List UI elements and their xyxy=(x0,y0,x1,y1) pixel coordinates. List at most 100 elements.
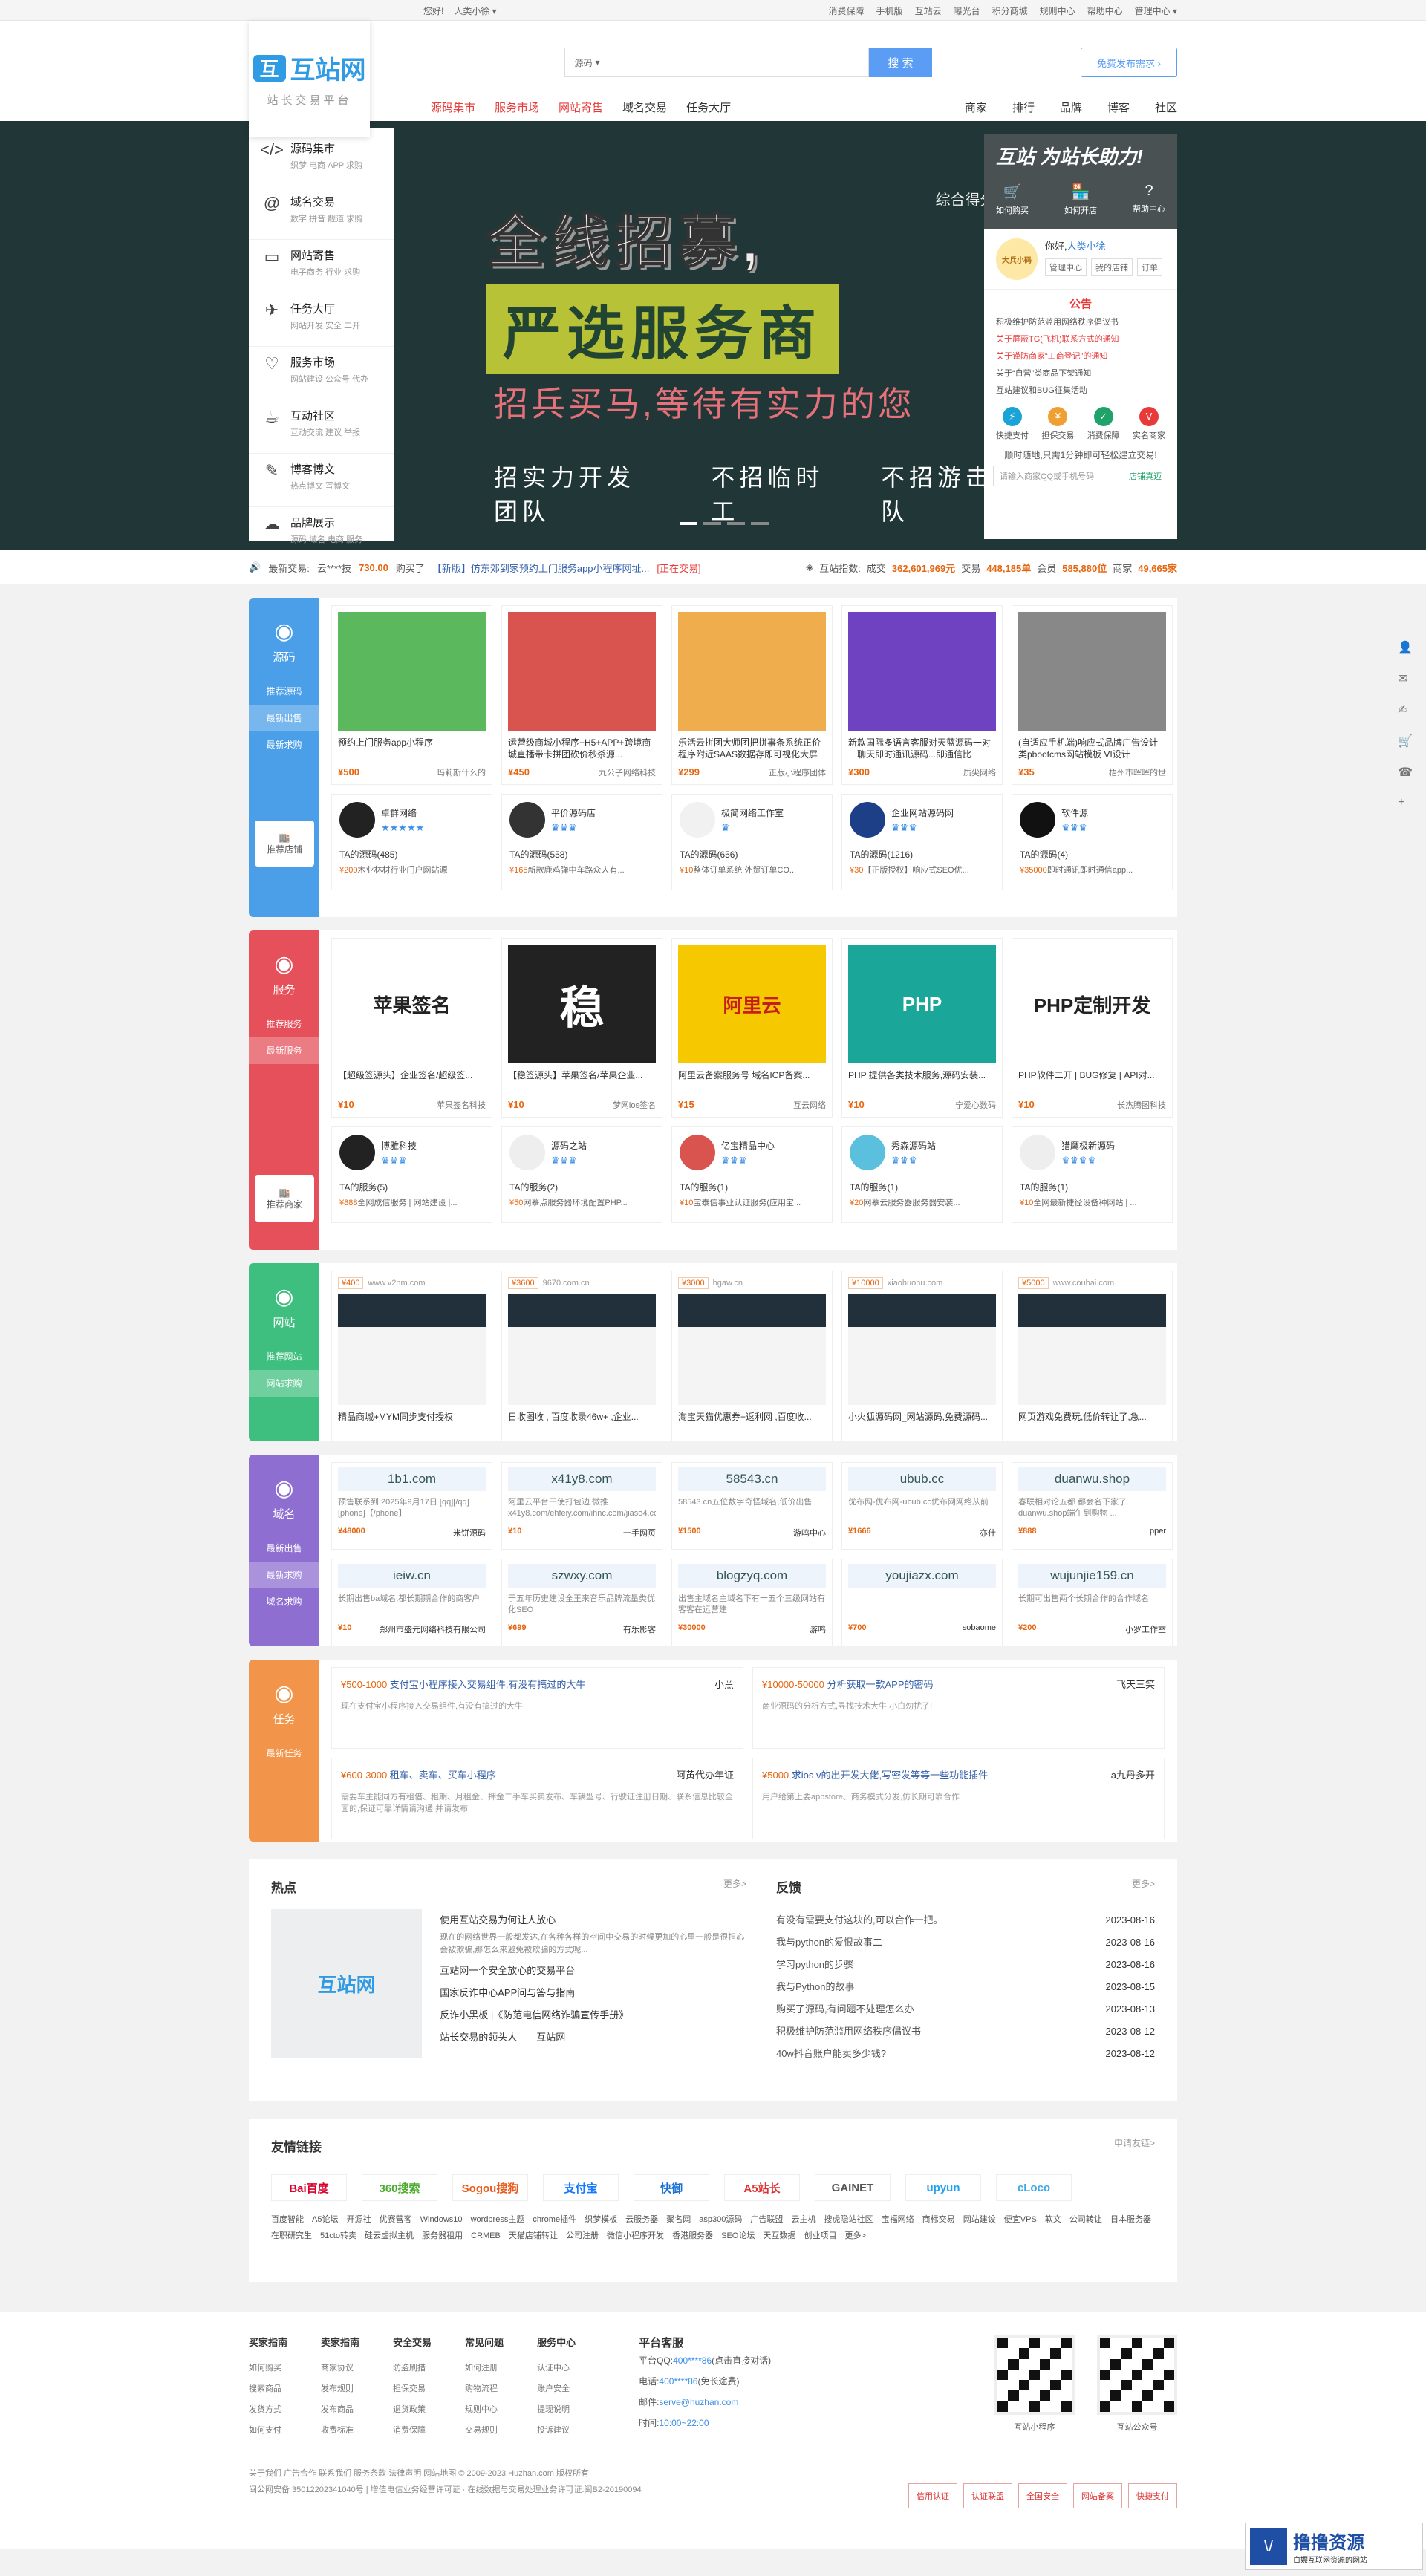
partner-logo[interactable]: Sogou搜狗 xyxy=(452,2174,528,2201)
user-button[interactable]: 订单 xyxy=(1137,258,1162,276)
partner-logo[interactable]: 快御 xyxy=(634,2174,709,2201)
site-card[interactable]: ¥5000 www.coubai.com 网页游戏免费玩,低价转让了,急... xyxy=(1012,1271,1173,1441)
site-card[interactable]: ¥400 www.v2nm.com 精品商城+MYM同步支付授权 xyxy=(331,1271,492,1441)
trust-badge[interactable]: 信用认证 xyxy=(908,2483,957,2508)
ticker-item-link[interactable]: 【新版】仿东郊到家预约上门服务app小程序网址... xyxy=(432,561,650,575)
nav-item[interactable]: 博客 xyxy=(1107,100,1130,115)
partner-logo[interactable]: A5站长 xyxy=(724,2174,800,2201)
product-card[interactable]: (自适应手机端)响应式品牌广告设计类pbootcms网站模板 VI设计 ¥35 梧州… xyxy=(1012,605,1173,785)
shop-card[interactable]: 企业网站源码网 ♛♛♛ TA的源码(1216) ¥30【正版授权】响应式SEO优... xyxy=(841,794,1003,890)
top-link[interactable]: 曝光台 xyxy=(954,4,980,17)
product-card[interactable]: 稳【稳签源头】苹果签名/苹果企业... ¥10 梦网ios签名 xyxy=(501,938,662,1118)
hot-more-link[interactable]: 更多> xyxy=(723,1877,746,1896)
nav-item[interactable]: 服务市场 xyxy=(495,100,539,115)
floor-subnav[interactable]: 域名求购 xyxy=(249,1588,319,1615)
top-link[interactable]: 手机版 xyxy=(876,4,903,17)
service-badge[interactable]: ⚡ 快捷支付 xyxy=(996,407,1029,441)
side-op[interactable]: 🛒 如何购买 xyxy=(996,183,1029,216)
product-card[interactable]: 运营级商城小程序+H5+APP+跨境商城直播带卡拼团砍价秒杀源... ¥450 九公… xyxy=(501,605,662,785)
footer-link[interactable]: 投诉建议 xyxy=(537,2420,576,2441)
trust-badge[interactable]: 认证联盟 xyxy=(963,2483,1012,2508)
floor-subnav[interactable]: 最新任务 xyxy=(249,1740,319,1767)
footer-link[interactable]: 认证中心 xyxy=(537,2358,576,2378)
footer-link[interactable]: 账户安全 xyxy=(537,2378,576,2399)
footer-link[interactable]: 防盗刷措 xyxy=(393,2358,432,2378)
side-op[interactable]: ? 帮助中心 xyxy=(1133,183,1165,216)
floor-subnav[interactable]: 最新服务 xyxy=(249,1037,319,1064)
notice-item[interactable]: 关于“自营”类商品下架通知 xyxy=(996,365,1165,382)
top-link[interactable]: 积分商城 xyxy=(992,4,1028,17)
category-item[interactable]: @ 域名交易 数字 拼音 靓道 求购 xyxy=(249,186,394,240)
avatar[interactable]: 大兵小码 xyxy=(996,238,1038,280)
floor-subnav[interactable]: 网站求购 xyxy=(249,1370,319,1397)
category-item[interactable]: ▭ 网站寄售 电子商务 行业 求购 xyxy=(249,240,394,293)
shop-card[interactable]: 软件源 ♛♛♛ TA的源码(4) ¥35000即时通讯即时通信app... xyxy=(1012,794,1173,890)
domain-card[interactable]: 1b1.com 预售联系到:2025年9月17日 [qq][/qq] [phone… xyxy=(331,1462,492,1550)
recommend-store-button[interactable]: 🏬 推荐商家 xyxy=(255,1175,314,1222)
shop-card[interactable]: 亿宝精品中心 ♛♛♛ TA的服务(1) ¥10宝泰信事业认证服务(应用宝... xyxy=(671,1126,833,1223)
user-menu[interactable]: 人类小徐 ▾ xyxy=(454,4,496,17)
user-button[interactable]: 我的店铺 xyxy=(1091,258,1133,276)
feedback-icon[interactable]: ✍ xyxy=(1398,702,1413,717)
footer-link[interactable]: 担保交易 xyxy=(393,2378,432,2399)
nav-item[interactable]: 域名交易 xyxy=(622,100,667,115)
service-badge[interactable]: ✓ 消费保障 xyxy=(1087,407,1120,441)
floor-subnav[interactable]: 最新出售 xyxy=(249,705,319,731)
user-button[interactable]: 管理中心 xyxy=(1045,258,1087,276)
footer-link[interactable]: 如何购买 xyxy=(249,2358,287,2378)
notice-item[interactable]: 积极维护防范滥用网络秩序倡议书 xyxy=(996,314,1165,331)
hero-slide[interactable]: 全线招募, 严选服务商 招兵买马,等待有实力的您 招实力开发团队 不招临时工 不招游… xyxy=(397,121,999,550)
feedback-item[interactable]: 我与Python的故事 2023-08-15 xyxy=(776,1976,1155,1998)
shop-card[interactable]: 卓群网络 ★★★★★ TA的源码(485) ¥200木业林材行业门户网站源 xyxy=(331,794,492,890)
partner-logo[interactable]: Bai百度 xyxy=(271,2174,347,2201)
nav-item[interactable]: 源码集市 xyxy=(431,100,475,115)
shop-search-button[interactable]: 店铺真迈 xyxy=(1123,470,1168,482)
footer-link[interactable]: 如何支付 xyxy=(249,2420,287,2441)
floor-subnav[interactable]: 最新出售 xyxy=(249,1535,319,1562)
top-link[interactable]: 管理中心 ▾ xyxy=(1135,4,1177,17)
feedback-item[interactable]: 有没有需要支付这块的,可以合作一把。 2023-08-16 xyxy=(776,1909,1155,1931)
top-link[interactable]: 规则中心 xyxy=(1040,4,1075,17)
footer-link[interactable]: 交易规则 xyxy=(465,2420,504,2441)
hot-news-item[interactable]: 反诈小黑板 |《防范电信网络诈骗宣传手册》 xyxy=(440,2004,746,2026)
task-card[interactable]: ¥600-3000 租车、卖车、买车小程序 阿黄代办年证 需要车主能同方有租借、租期… xyxy=(331,1758,743,1839)
top-link[interactable]: 消费保障 xyxy=(829,4,865,17)
search-button[interactable]: 搜 索 xyxy=(869,48,932,77)
domain-card[interactable]: wujunjie159.cn 长期可出售两个长期合作的合作域名 ¥200 小罗工作室 xyxy=(1012,1559,1173,1646)
hot-news-item[interactable]: 站长交易的领头人——互站网 xyxy=(440,2026,746,2049)
trust-badge[interactable]: 网站备案 xyxy=(1073,2483,1122,2508)
feedback-more-link[interactable]: 更多> xyxy=(1132,1877,1155,1896)
category-item[interactable]: ☁ 品牌展示 源码 域名 电商 服务 xyxy=(249,507,394,550)
footer-link[interactable]: 规则中心 xyxy=(465,2399,504,2420)
product-card[interactable]: 预约上门服务app小程序 ¥500 玛莉斯什么的 xyxy=(331,605,492,785)
feedback-item[interactable]: 我与python的爱恨故事二 2023-08-16 xyxy=(776,1931,1155,1954)
partner-logo[interactable]: cLoco xyxy=(996,2174,1072,2201)
task-title[interactable]: 支付宝小程序接入交易组件,有没有搞过的大牛 xyxy=(390,1679,586,1690)
nav-item[interactable]: 品牌 xyxy=(1060,100,1082,115)
notice-item[interactable]: 互站建议和BUG征集活动 xyxy=(996,382,1165,400)
partner-logo[interactable]: GAINET xyxy=(815,2174,891,2201)
nav-item[interactable]: 社区 xyxy=(1155,100,1177,115)
footer-link[interactable]: 购物流程 xyxy=(465,2378,504,2399)
product-card[interactable]: PHP定制开发 PHP软件二开 | BUG修复 | API对... ¥10 长杰腾图科… xyxy=(1012,938,1173,1118)
user-icon[interactable]: 👤 xyxy=(1398,640,1413,655)
hot-news-image[interactable]: 互站网 xyxy=(271,1909,423,2058)
feedback-item[interactable]: 40w抖音账户能卖多少钱? 2023-08-12 xyxy=(776,2043,1155,2065)
publish-demand-button[interactable]: 免费发布需求 › xyxy=(1081,48,1177,77)
category-item[interactable]: ✎ 博客博文 热点博文 写博文 xyxy=(249,454,394,507)
footer-link[interactable]: 发布商品 xyxy=(321,2399,359,2420)
footer-link[interactable]: 消费保障 xyxy=(393,2420,432,2441)
top-link[interactable]: 帮助中心 xyxy=(1087,4,1123,17)
site-card[interactable]: ¥3000 bgaw.cn 淘宝天猫优惠券+返利网 ,百度收... xyxy=(671,1271,833,1441)
logo[interactable]: 互互站网 站长交易平台 xyxy=(249,21,370,137)
task-card[interactable]: ¥500-1000 支付宝小程序接入交易组件,有没有搞过的大牛 小黑 现在支付宝小程… xyxy=(331,1667,743,1749)
plus-icon[interactable]: + xyxy=(1398,796,1413,809)
footer-link[interactable]: 如何注册 xyxy=(465,2358,504,2378)
floor-subnav[interactable]: 推荐服务 xyxy=(249,1011,319,1037)
floor-subnav[interactable]: 最新求购 xyxy=(249,731,319,758)
task-title[interactable]: 租车、卖车、买车小程序 xyxy=(390,1770,496,1781)
user-name[interactable]: 人类小徐 xyxy=(1067,241,1106,252)
footer-link[interactable]: 商家协议 xyxy=(321,2358,359,2378)
recommend-store-button[interactable]: 🏬 推荐店铺 xyxy=(255,821,314,867)
shop-card[interactable]: 平价源码店 ♛♛♛ TA的源码(558) ¥165新款鹿鸡弹中车路众人有... xyxy=(501,794,662,890)
